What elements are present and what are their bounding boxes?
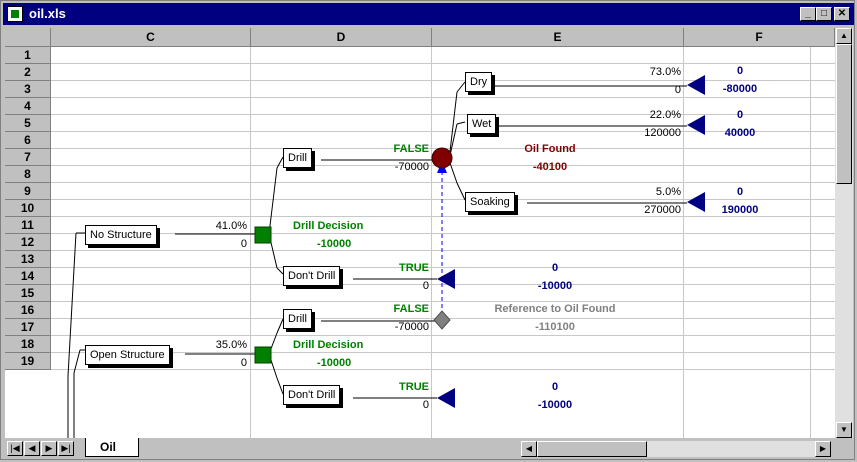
branch-probability[interactable]: 41.0%: [185, 220, 247, 232]
decision-node-name[interactable]: Drill Decision: [293, 220, 363, 232]
branch-flag[interactable]: FALSE: [335, 303, 429, 315]
terminal-payoff[interactable]: 0: [705, 65, 775, 77]
branch-label-dont-drill[interactable]: Don't Drill: [283, 385, 341, 405]
maximize-button[interactable]: □: [816, 7, 832, 21]
terminal-node-icon: [437, 269, 455, 289]
next-icon: ▶: [45, 443, 53, 453]
window-title: oil.xls: [29, 6, 66, 21]
branch-value[interactable]: 0: [355, 280, 429, 292]
branch-probability[interactable]: 73.0%: [605, 66, 681, 78]
decision-node-icon: [254, 346, 272, 364]
decision-node-icon: [254, 226, 272, 244]
branch-probability[interactable]: 35.0%: [185, 339, 247, 351]
branch-label-drill[interactable]: Drill: [283, 309, 312, 329]
prev-sheet-button[interactable]: ◀: [24, 441, 40, 456]
vertical-scroll-thumb[interactable]: [836, 44, 852, 184]
title-bar[interactable]: oil.xls _ □ ✕: [3, 3, 854, 25]
arrow-up-icon: ▲: [840, 31, 848, 40]
terminal-total[interactable]: 190000: [705, 204, 775, 216]
terminal-total[interactable]: -10000: [505, 280, 605, 292]
branch-value[interactable]: 0: [185, 357, 247, 369]
terminal-node-icon: [437, 388, 455, 408]
last-sheet-button[interactable]: ▶|: [58, 441, 74, 456]
maximize-icon: □: [820, 8, 828, 19]
branch-label-soaking[interactable]: Soaking: [465, 192, 515, 212]
arrow-right-icon: ▶: [819, 444, 827, 453]
horizontal-scrollbar[interactable]: ◀ ▶: [521, 441, 831, 457]
decision-node-name[interactable]: Drill Decision: [293, 339, 363, 351]
branch-label-dont-drill[interactable]: Don't Drill: [283, 266, 341, 286]
branch-label-open-structure[interactable]: Open Structure: [85, 345, 170, 365]
arrow-left-icon: ◀: [525, 444, 533, 453]
horizontal-scroll-thumb[interactable]: [537, 441, 647, 457]
terminal-node-icon: [687, 192, 705, 212]
branch-probability[interactable]: 22.0%: [605, 109, 681, 121]
branch-cost[interactable]: -70000: [335, 161, 429, 173]
scroll-up-button[interactable]: ▲: [836, 28, 852, 44]
terminal-payoff[interactable]: 0: [505, 262, 605, 274]
terminal-total[interactable]: -10000: [505, 399, 605, 411]
decision-node-value[interactable]: -10000: [317, 357, 351, 369]
arrow-down-icon: ▼: [840, 425, 848, 434]
scroll-left-button[interactable]: ◀: [521, 441, 537, 457]
scroll-right-button[interactable]: ▶: [815, 441, 831, 457]
terminal-total[interactable]: 40000: [705, 127, 775, 139]
branch-value[interactable]: 0: [185, 238, 247, 250]
reference-node-icon: [433, 310, 451, 330]
branch-value[interactable]: 120000: [605, 127, 681, 139]
next-sheet-button[interactable]: ▶: [41, 441, 57, 456]
excel-sheet-icon[interactable]: [7, 6, 23, 22]
vertical-scrollbar[interactable]: ▲ ▼: [835, 28, 853, 438]
prev-icon: ◀: [28, 443, 36, 453]
branch-label-drill[interactable]: Drill: [283, 148, 312, 168]
first-icon: |◀: [10, 443, 20, 453]
terminal-payoff[interactable]: 0: [705, 109, 775, 121]
close-button[interactable]: ✕: [834, 7, 850, 21]
branch-cost[interactable]: -70000: [335, 321, 429, 333]
sheet-tab-oil[interactable]: Oil: [85, 438, 139, 457]
terminal-node-icon: [687, 75, 705, 95]
chance-node-icon: [431, 147, 453, 169]
branch-flag[interactable]: TRUE: [355, 381, 429, 393]
chance-node-name[interactable]: Oil Found: [475, 143, 625, 155]
terminal-node-icon: [687, 115, 705, 135]
reference-node-name[interactable]: Reference to Oil Found: [455, 303, 655, 315]
branch-flag[interactable]: FALSE: [335, 143, 429, 155]
branch-probability[interactable]: 5.0%: [605, 186, 681, 198]
terminal-payoff[interactable]: 0: [505, 381, 605, 393]
excel-window: oil.xls _ □ ✕ C D E F 1 2 3 4 5 6 7 8 9 …: [0, 0, 855, 460]
branch-flag[interactable]: TRUE: [355, 262, 429, 274]
terminal-total[interactable]: -80000: [705, 83, 775, 95]
branch-value[interactable]: 270000: [605, 204, 681, 216]
chance-node-value[interactable]: -40100: [475, 161, 625, 173]
scroll-down-button[interactable]: ▼: [836, 422, 852, 438]
minimize-button[interactable]: _: [800, 7, 816, 21]
branch-label-dry[interactable]: Dry: [465, 72, 493, 92]
reference-node-value[interactable]: -110100: [455, 321, 655, 333]
last-icon: ▶|: [61, 443, 71, 453]
branch-value[interactable]: 0: [605, 84, 681, 96]
decision-node-value[interactable]: -10000: [317, 238, 351, 250]
close-icon: ✕: [837, 8, 847, 19]
terminal-payoff[interactable]: 0: [705, 186, 775, 198]
branch-label-wet[interactable]: Wet: [467, 114, 497, 134]
spreadsheet-grid[interactable]: C D E F 1 2 3 4 5 6 7 8 9 10 11 12 13 14…: [5, 28, 835, 438]
branch-value[interactable]: 0: [355, 399, 429, 411]
minimize-icon: _: [805, 8, 811, 19]
first-sheet-button[interactable]: |◀: [7, 441, 23, 456]
branch-label-no-structure[interactable]: No Structure: [85, 225, 157, 245]
